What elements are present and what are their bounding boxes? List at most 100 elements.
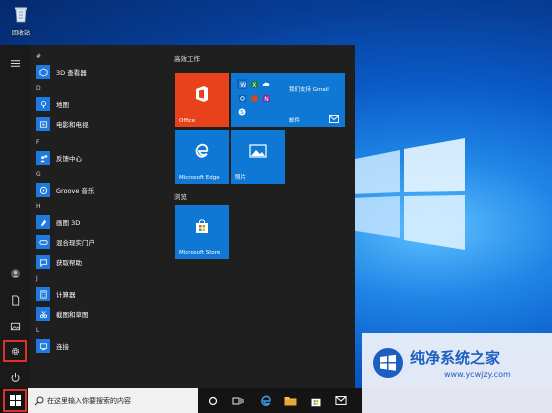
tile-photos[interactable]: 照片 [231, 130, 285, 184]
mini-excel-icon: X [249, 79, 259, 89]
app-groove-music[interactable]: Groove 音乐 [36, 181, 94, 199]
search-placeholder: 在这里输入你要搜索的内容 [47, 396, 131, 405]
calculator-icon [39, 289, 47, 299]
documents-button[interactable] [4, 290, 26, 310]
settings-button[interactable] [3, 340, 27, 362]
cortana-button[interactable] [205, 393, 220, 408]
svg-text:N: N [264, 96, 269, 102]
recycle-bin-icon [15, 7, 27, 23]
taskbar-explorer-button[interactable] [283, 393, 298, 408]
power-icon [11, 372, 19, 382]
mini-word-icon: W [237, 79, 247, 89]
start-menu: # 3D 查看器 D 地图 电影和电视 F 反馈中心 G Groove 音乐 H… [0, 45, 355, 388]
group-title-browse: 浏览 [174, 193, 187, 201]
tile-label: Microsoft Edge [179, 175, 220, 181]
app-feedback-hub[interactable]: 反馈中心 [36, 149, 82, 167]
help-icon [39, 258, 47, 267]
hamburger-icon [10, 59, 20, 67]
watermark-title: 纯净系统之家 [410, 349, 501, 367]
tile-edge[interactable]: Microsoft Edge [175, 130, 229, 184]
office-icon [196, 86, 208, 102]
app-movies-tv[interactable]: 电影和电视 [36, 115, 89, 133]
app-name: 画图 3D [56, 219, 81, 227]
recycle-bin[interactable]: 回收站 [6, 4, 36, 37]
start-rail [0, 45, 30, 388]
edge-icon [195, 143, 209, 158]
store-icon [311, 398, 320, 406]
tile-label: Office [179, 118, 196, 124]
app-snip-sketch[interactable]: 截图和草图 [36, 305, 89, 323]
user-button[interactable] [4, 263, 26, 283]
app-name: 3D 查看器 [56, 69, 87, 77]
mail-icon [329, 115, 339, 123]
expand-menu-button[interactable] [4, 53, 26, 73]
mini-skype-icon: S [237, 107, 247, 117]
svg-text:S: S [240, 110, 244, 116]
svg-text:W: W [240, 82, 246, 88]
app-paint-3d[interactable]: 画图 3D [36, 213, 80, 231]
letter-header[interactable]: L [36, 327, 39, 334]
watermark-overlay: 纯净系统之家 www.ycwjzy.com [362, 333, 552, 413]
mini-onenote-icon: N [261, 93, 271, 103]
tiles-area: 高效工作 Office W X N S 我们支持 Gmail 邮件 Micros… [170, 53, 350, 383]
group-title-productivity: 高效工作 [174, 55, 200, 63]
windows-wallpaper-logo [350, 138, 465, 250]
snip-icon [39, 310, 47, 318]
film-icon [39, 120, 47, 128]
edge-icon [260, 395, 271, 406]
taskbar-edge-button[interactable] [258, 393, 273, 408]
windows-icon [9, 395, 21, 406]
picture-icon [10, 322, 20, 330]
letter-header[interactable]: H [36, 203, 41, 210]
letter-header[interactable]: J [36, 275, 38, 282]
app-maps[interactable]: 地图 [36, 95, 69, 113]
gear-icon [11, 347, 19, 355]
letter-header[interactable]: F [36, 139, 39, 146]
search-icon [34, 396, 44, 405]
mixed-reality-icon [38, 239, 48, 245]
pictures-button[interactable] [4, 316, 26, 336]
search-box[interactable]: 在这里输入你要搜索的内容 [28, 388, 198, 413]
mini-onedrive-icon [261, 79, 271, 89]
user-icon [10, 268, 20, 278]
power-button[interactable] [4, 367, 26, 387]
watermark-url: www.ycwjzy.com [444, 370, 511, 379]
app-calculator[interactable]: 计算器 [36, 285, 76, 303]
folder-icon [284, 397, 297, 406]
tile-label: 照片 [235, 175, 247, 181]
app-name: 计算器 [56, 291, 76, 299]
app-3d-viewer[interactable]: 3D 查看器 [36, 63, 87, 81]
cube-icon [38, 67, 48, 77]
letter-header[interactable]: G [36, 171, 41, 178]
start-button[interactable] [3, 389, 27, 412]
document-icon [11, 294, 19, 306]
gmail-support-text: 我们支持 Gmail [289, 87, 329, 93]
app-name: 反馈中心 [56, 155, 82, 163]
recycle-bin-label: 回收站 [11, 30, 30, 37]
task-view-icon [232, 397, 243, 404]
app-connect[interactable]: 连接 [36, 337, 69, 355]
app-name: 混合现实门户 [56, 239, 95, 247]
tile-office[interactable]: Office [175, 73, 229, 127]
watermark-logo-icon [373, 348, 403, 378]
app-name: 截图和草图 [56, 311, 89, 319]
app-mixed-reality[interactable]: 混合现实门户 [36, 233, 95, 251]
task-view-button[interactable] [230, 393, 245, 408]
tile-label: Microsoft Store [179, 250, 221, 256]
connect-icon [39, 342, 47, 350]
taskbar-mail-button[interactable] [333, 393, 348, 408]
paint-icon [40, 219, 46, 226]
letter-header[interactable]: # [36, 53, 41, 60]
tile-label: 邮件 [289, 118, 301, 124]
tile-store[interactable]: Microsoft Store [175, 205, 229, 259]
letter-header[interactable]: D [36, 85, 41, 92]
app-name: 电影和电视 [56, 121, 89, 129]
app-name: 获取帮助 [56, 259, 82, 267]
music-icon [39, 186, 47, 194]
tile-mail[interactable]: W X N S 我们支持 Gmail 邮件 [231, 73, 345, 127]
app-list: # 3D 查看器 D 地图 电影和电视 F 反馈中心 G Groove 音乐 H… [30, 53, 160, 388]
app-name: 地图 [56, 101, 69, 109]
taskbar-store-button[interactable] [308, 393, 323, 408]
mini-powerpoint-icon [249, 93, 259, 103]
app-get-help[interactable]: 获取帮助 [36, 253, 82, 271]
